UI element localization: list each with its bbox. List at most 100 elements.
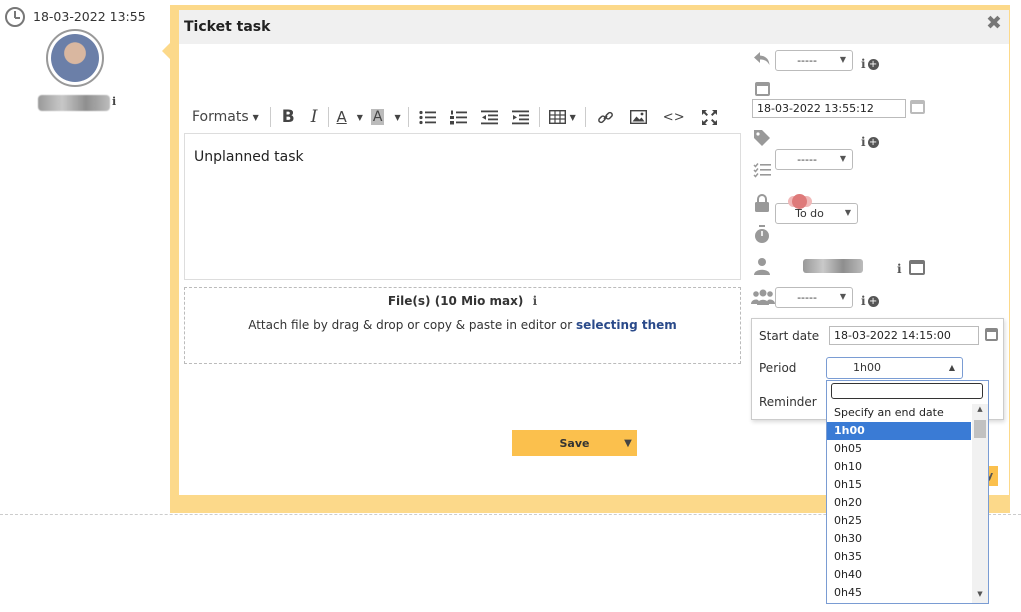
editor-toolbar: Formats ▼ B I A ▼ A ▼ ▼ <> [184, 102, 742, 132]
redacted-assignee [803, 259, 863, 273]
period-option-end-date[interactable]: Specify an end date [827, 404, 971, 422]
select-files-link[interactable]: selecting them [576, 318, 677, 332]
toolbar-separator [328, 107, 330, 127]
close-icon[interactable]: ✖ [986, 13, 1002, 33]
toolbar-separator [538, 107, 540, 127]
formats-dropdown[interactable]: Formats ▼ [184, 104, 267, 130]
period-option[interactable]: 0h35 [827, 548, 971, 566]
image-icon[interactable] [622, 104, 655, 130]
group-icon [751, 289, 775, 309]
outdent-icon[interactable] [474, 104, 505, 130]
reminder-label: Reminder [759, 395, 817, 409]
info-icon[interactable]: i [861, 294, 866, 308]
stopwatch-icon [752, 225, 772, 248]
text-color-icon: A [336, 108, 347, 126]
date-input[interactable]: 18-03-2022 13:55:12 [752, 99, 906, 118]
numbered-list-icon[interactable] [443, 104, 474, 130]
info-icon[interactable]: i [897, 262, 902, 276]
calendar-icon [755, 82, 770, 96]
redacted-author-name [38, 95, 110, 111]
scroll-down-icon[interactable]: ▼ [972, 590, 988, 602]
modal-pointer [162, 42, 171, 60]
avatar[interactable] [46, 29, 104, 87]
calendar-icon-shape [910, 100, 925, 114]
period-option[interactable]: 0h40 [827, 566, 971, 584]
period-search-input[interactable] [831, 383, 983, 399]
files-title: File(s) (10 Mio max) i [184, 294, 741, 308]
clock-icon [5, 7, 25, 27]
background-color-button[interactable]: A ▼ [367, 104, 405, 130]
period-option[interactable]: 0h45 [827, 584, 971, 602]
start-date-input[interactable]: 18-03-2022 14:15:00 [829, 326, 979, 345]
calendar-icon-shape [755, 82, 770, 96]
chevron-down-icon: ▼ [569, 112, 576, 122]
add-icon[interactable]: + [867, 137, 879, 148]
timer-select[interactable]: ----- [775, 287, 853, 308]
period-option[interactable]: 0h20 [827, 494, 971, 512]
text-color-button[interactable]: A ▼ [332, 104, 366, 130]
calendar-icon-shape [985, 328, 998, 341]
fullscreen-icon[interactable] [693, 104, 726, 130]
toolbar-separator [407, 107, 409, 127]
italic-icon[interactable]: I [303, 104, 326, 130]
period-select[interactable]: 1h00 ▲ [826, 357, 963, 379]
code-icon[interactable]: <> [655, 104, 693, 130]
period-option[interactable]: 0h05 [827, 440, 971, 458]
bold-icon[interactable]: B [274, 104, 303, 130]
chevron-up-icon: ▲ [948, 363, 955, 372]
toolbar-separator [584, 107, 586, 127]
add-icon[interactable]: + [867, 296, 879, 307]
period-option-selected[interactable]: 1h00 [827, 422, 971, 440]
modal-header [179, 10, 1009, 44]
period-option[interactable]: 0h15 [827, 476, 971, 494]
save-options-icon[interactable]: ▼ [619, 438, 637, 449]
start-date-picker-icon[interactable] [985, 328, 998, 341]
attach-instructions: Attach file by drag & drop or copy & pas… [184, 318, 741, 332]
scroll-up-icon[interactable]: ▲ [972, 405, 988, 417]
reply-select[interactable]: ----- [775, 50, 853, 71]
save-button[interactable]: Save ▼ [512, 430, 637, 456]
period-option[interactable]: 0h10 [827, 458, 971, 476]
info-icon[interactable]: i [861, 135, 866, 149]
calendar-icon[interactable] [908, 260, 925, 279]
scrollbar-thumb[interactable] [974, 420, 986, 438]
status-select[interactable]: To do [775, 203, 858, 224]
add-icon[interactable]: + [867, 59, 879, 70]
modal-title: Ticket task [184, 19, 271, 35]
group-info-add: i + [861, 290, 879, 309]
table-button[interactable]: ▼ [543, 104, 582, 130]
tag-select[interactable]: ----- [775, 149, 853, 170]
files-title-text: File(s) (10 Mio max) [387, 294, 524, 308]
period-value: 1h00 [853, 361, 881, 374]
tag-info-add: i + [861, 131, 879, 150]
period-option[interactable]: 0h30 [827, 530, 971, 548]
author-info-icon[interactable]: i [112, 95, 116, 108]
background-color-icon: A [370, 109, 385, 125]
chevron-down-icon: ▼ [252, 112, 259, 122]
tag-icon [752, 129, 772, 151]
assignee-info-calendar: i [897, 258, 925, 279]
calendar-icon-shape [908, 260, 925, 275]
chevron-down-icon: ▼ [394, 112, 401, 122]
table-icon [548, 110, 566, 124]
save-label: Save [559, 436, 590, 450]
date-picker-icon[interactable] [910, 100, 925, 114]
lock-icon [752, 194, 772, 216]
files-info-icon[interactable]: i [533, 294, 538, 308]
comment-timestamp: 18-03-2022 13:55 [33, 9, 146, 24]
user-icon [752, 257, 772, 279]
bullet-list-icon[interactable] [412, 104, 443, 130]
reply-icon [752, 51, 772, 71]
indent-icon[interactable] [505, 104, 536, 130]
attach-text: Attach file by drag & drop or copy & pas… [248, 318, 577, 332]
link-icon[interactable] [589, 104, 622, 130]
period-option[interactable]: 0h25 [827, 512, 971, 530]
private-toggle[interactable] [788, 194, 812, 209]
info-icon[interactable]: i [861, 57, 866, 71]
editor-content: Unplanned task [194, 149, 304, 165]
start-date-label: Start date [759, 329, 820, 343]
period-options-list: Specify an end date 1h00 0h05 0h10 0h15 … [827, 404, 971, 602]
avatar-photo [51, 34, 99, 82]
toolbar-separator [269, 107, 271, 127]
period-label: Period [759, 361, 797, 375]
